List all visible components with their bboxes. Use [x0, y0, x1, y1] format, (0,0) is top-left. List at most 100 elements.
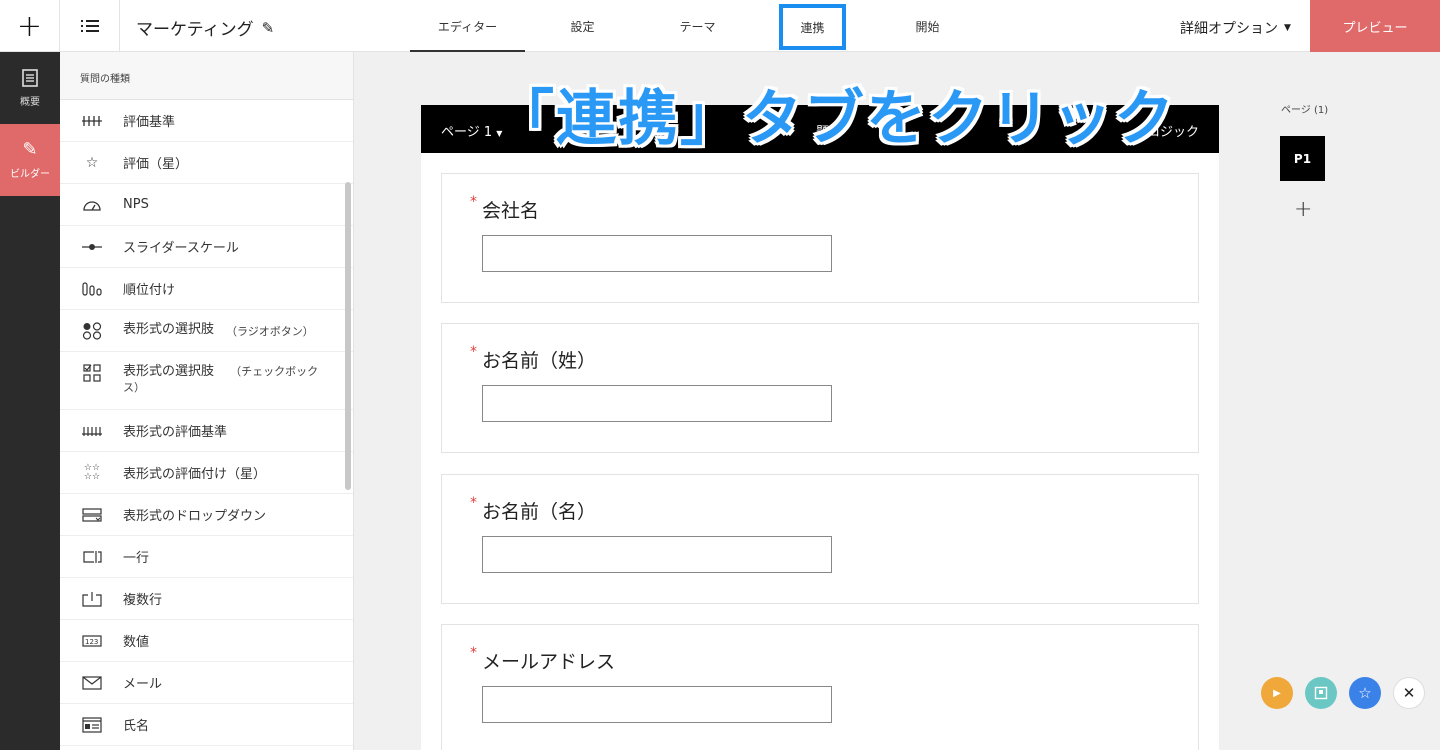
rail-item-builder[interactable]: ✎ ビルダー	[0, 124, 60, 196]
close-icon: ✕	[1402, 684, 1416, 702]
document-icon	[22, 68, 38, 87]
question-type-label: 評価（星）	[123, 157, 189, 172]
text-input[interactable]	[482, 686, 832, 723]
question-type-label: メール	[123, 677, 163, 692]
question-type-label: 一行	[123, 551, 150, 566]
question-type-item[interactable]: 一行	[60, 536, 353, 578]
plus-icon: +	[16, 8, 43, 44]
mail-icon	[82, 675, 102, 690]
slider-icon	[82, 243, 102, 251]
star-grid-icon: ☆☆ ☆☆	[83, 462, 101, 482]
question-type-label: 数値	[123, 635, 150, 650]
page-thumbnail[interactable]: P1	[1280, 136, 1325, 181]
plus-icon: +	[1294, 197, 1313, 222]
multi-line-icon	[82, 591, 102, 607]
question-types-panel: 質問の種類 評価基準 ☆ 評価（星） NPS スライダースケール 順位付け 表形…	[60, 52, 354, 750]
question-type-item[interactable]: ☆ 評価（星）	[60, 142, 353, 184]
text-input[interactable]	[482, 385, 832, 422]
question-type-item[interactable]: NPS	[60, 184, 353, 226]
question-type-item[interactable]: 表形式の選択肢 （チェックボックス）	[60, 352, 353, 410]
question-type-item[interactable]: メール	[60, 662, 353, 704]
question-types-heading: 質問の種類	[60, 52, 353, 100]
play-icon: ▶	[1273, 687, 1281, 699]
question-type-label: 氏名	[123, 719, 150, 734]
question-type-label: 順位付け	[123, 283, 176, 298]
preview-button[interactable]: プレビュー	[1310, 0, 1440, 52]
number-icon: 123	[82, 634, 102, 648]
pencil-icon: ✎	[22, 138, 38, 160]
question-card[interactable]: * 会社名	[441, 173, 1199, 303]
rail-item-overview[interactable]: 概要	[0, 52, 60, 124]
star-icon: ☆	[85, 154, 99, 171]
required-mark: *	[470, 645, 477, 661]
question-type-item[interactable]: 複数行	[60, 578, 353, 620]
radio-grid-icon	[82, 321, 102, 340]
question-panel-scrollbar[interactable]	[345, 182, 351, 490]
ranking-icon	[82, 281, 102, 296]
required-mark: *	[470, 495, 477, 511]
text-input[interactable]	[482, 536, 832, 573]
question-label: 会社名	[482, 200, 540, 222]
tab-theme[interactable]: テーマ	[640, 0, 755, 52]
question-type-label: 表形式のドロップダウン	[123, 509, 267, 524]
close-button[interactable]: ✕	[1393, 677, 1425, 709]
question-card[interactable]: * お名前（姓）	[441, 323, 1199, 453]
top-bar: + マーケティング ✎ エディター 設定 テーマ 連携 開始 詳細オプション ▼…	[0, 0, 1440, 52]
name-card-icon	[82, 716, 102, 733]
document-icon	[1314, 686, 1328, 700]
required-mark: *	[470, 194, 477, 210]
checkbox-grid-icon	[82, 364, 102, 382]
question-label: メールアドレス	[482, 651, 616, 673]
main-tabs: エディター 設定 テーマ 連携 開始	[410, 0, 985, 52]
add-page-button[interactable]: +	[1294, 197, 1312, 222]
question-type-item[interactable]: ☆☆ ☆☆ 表形式の評価付け（星）	[60, 452, 353, 494]
question-type-label: スライダースケール	[123, 241, 239, 256]
question-type-item[interactable]: 123 数値	[60, 620, 353, 662]
caret-down-icon: ▼	[1284, 23, 1291, 33]
question-type-item[interactable]: 表形式の評価基準	[60, 410, 353, 452]
add-button[interactable]: +	[0, 0, 60, 52]
list-icon	[80, 20, 99, 32]
svg-text:123: 123	[85, 638, 98, 646]
question-type-sublabel: （ラジオボタン）	[226, 324, 314, 338]
question-type-label: 評価基準	[123, 115, 176, 130]
instruction-annotation: 「連携」タブをクリック	[494, 84, 1176, 154]
page-selector-label: ページ 1	[441, 125, 493, 140]
dropdown-grid-icon	[82, 507, 102, 522]
advanced-options-button[interactable]: 詳細オプション ▼	[1180, 18, 1291, 38]
question-label: お名前（姓）	[482, 350, 597, 372]
play-button[interactable]: ▶	[1261, 677, 1293, 709]
question-type-item[interactable]: スライダースケール	[60, 226, 353, 268]
document-button[interactable]	[1305, 677, 1337, 709]
question-type-item[interactable]: 順位付け	[60, 268, 353, 310]
text-input[interactable]	[482, 235, 832, 272]
question-type-item[interactable]: 氏名	[60, 704, 353, 746]
menu-button[interactable]	[60, 0, 120, 52]
form-title[interactable]: マーケティング ✎	[136, 15, 275, 41]
pencil-icon[interactable]: ✎	[262, 19, 275, 37]
question-label: お名前（名）	[482, 501, 597, 523]
gauge-icon	[82, 199, 102, 211]
question-card[interactable]: * お名前（名）	[441, 474, 1199, 604]
question-type-item[interactable]: 評価基準	[60, 100, 353, 142]
tab-launch[interactable]: 開始	[870, 0, 985, 52]
star-button[interactable]: ☆	[1349, 677, 1381, 709]
rail-label-builder: ビルダー	[10, 168, 50, 180]
question-card[interactable]: * メールアドレス	[441, 624, 1199, 750]
tab-integration[interactable]: 連携	[779, 4, 846, 50]
question-type-item[interactable]: 表形式のドロップダウン	[60, 494, 353, 536]
required-mark: *	[470, 344, 477, 360]
question-type-item[interactable]: 表形式の選択肢 （ラジオボタン）	[60, 310, 353, 352]
question-type-label: 表形式の評価基準	[123, 425, 228, 440]
form-title-text: マーケティング	[136, 20, 254, 40]
tab-settings[interactable]: 設定	[525, 0, 640, 52]
form-canvas: * 会社名 * お名前（姓） * お名前（名） * メールアドレス	[421, 153, 1219, 750]
single-line-icon	[82, 550, 102, 564]
question-type-label: 表形式の選択肢	[123, 322, 215, 338]
question-type-label: 表形式の選択肢	[123, 364, 215, 379]
question-type-label: 複数行	[123, 593, 163, 608]
question-type-label: NPS	[123, 197, 149, 212]
tab-editor[interactable]: エディター	[410, 0, 525, 52]
rail-label-overview: 概要	[20, 96, 40, 108]
scale-icon	[82, 115, 102, 127]
